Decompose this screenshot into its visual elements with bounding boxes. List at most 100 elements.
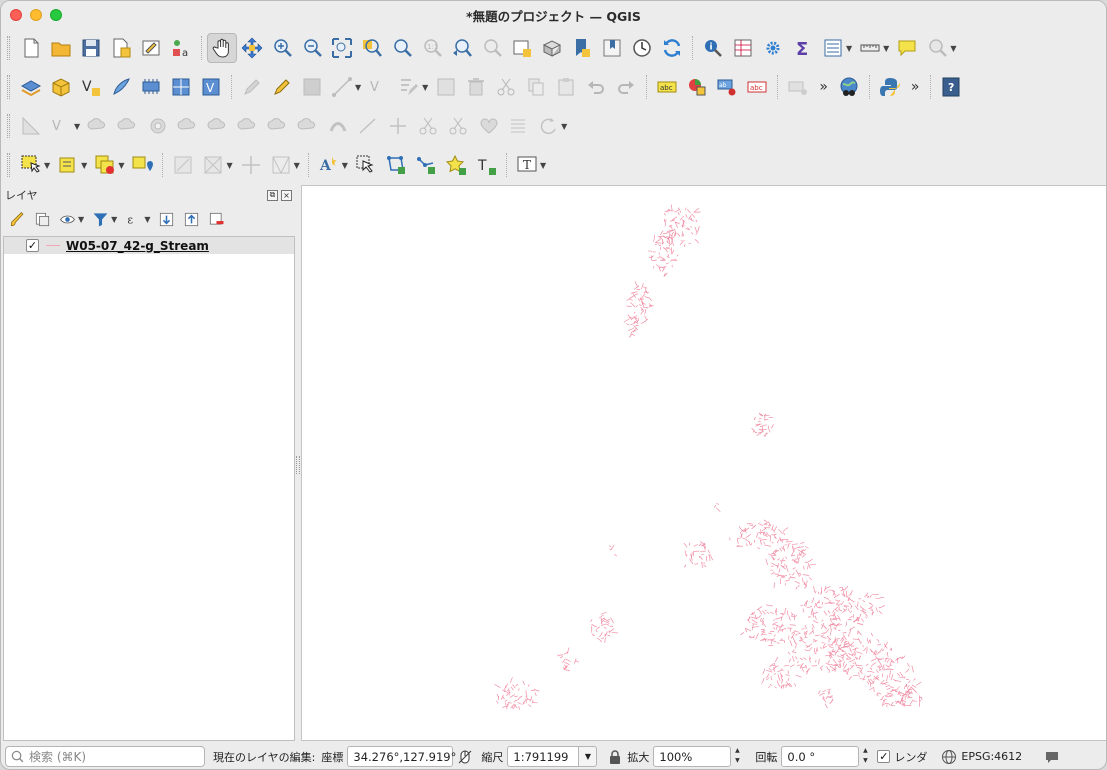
layer-diagram-button[interactable] <box>682 72 712 102</box>
zoom-to-selection-button[interactable] <box>357 33 387 63</box>
layer-styling-button[interactable] <box>5 207 29 231</box>
zoom-native-button[interactable]: 1:1 <box>417 33 447 63</box>
map-canvas[interactable] <box>301 185 1106 741</box>
add-group-button[interactable] <box>30 207 54 231</box>
scale-dropdown-button[interactable]: ▼ <box>579 746 598 767</box>
delete-selected-button[interactable] <box>461 72 491 102</box>
paste-features-button[interactable] <box>551 72 581 102</box>
mouse-icon[interactable] <box>457 749 473 765</box>
pan-to-selection-button[interactable] <box>237 33 267 63</box>
hide-labels-button[interactable]: abc <box>742 72 772 102</box>
merge-features-button[interactable] <box>473 111 503 141</box>
zoom-next-button[interactable] <box>477 33 507 63</box>
new-mesh-layer-button[interactable] <box>166 72 196 102</box>
modify-attributes-button[interactable] <box>394 72 424 102</box>
locator-button[interactable] <box>922 33 952 63</box>
coordinate-field[interactable]: 34.276°,127.919° <box>347 746 456 767</box>
annotation-move-button[interactable] <box>236 150 266 180</box>
plugins-web-button[interactable] <box>834 72 864 102</box>
panel-splitter[interactable] <box>296 456 300 474</box>
maximize-window-button[interactable] <box>50 9 62 21</box>
toolbar-grip[interactable] <box>7 114 10 138</box>
attribute-table-button[interactable] <box>728 33 758 63</box>
fill-ring-button[interactable] <box>203 111 233 141</box>
pan-map-button[interactable] <box>207 33 237 63</box>
delete-ring-button[interactable] <box>233 111 263 141</box>
new-virtual-layer-button[interactable] <box>136 72 166 102</box>
crs-button[interactable]: EPSG:4612 <box>961 750 1022 763</box>
save-edits-button[interactable] <box>297 72 327 102</box>
lock-icon[interactable] <box>607 749 623 765</box>
layer-visibility-checkbox[interactable]: ✓ <box>26 239 39 252</box>
rotation-spinner[interactable]: ▲ ▼ <box>859 746 871 767</box>
new-shapefile-layer-button[interactable]: V <box>76 72 106 102</box>
cut-features-button[interactable] <box>491 72 521 102</box>
create-point-text-annotation-button[interactable]: T <box>471 150 501 180</box>
data-source-manager-button[interactable] <box>16 72 46 102</box>
reverse-line-button[interactable] <box>353 111 383 141</box>
remove-layer-button[interactable] <box>204 207 228 231</box>
help-button[interactable]: ? <box>936 72 966 102</box>
python-console-button[interactable] <box>875 72 905 102</box>
shape-digitize-button[interactable]: V <box>46 111 76 141</box>
magnifier-field[interactable]: 100% <box>653 746 732 767</box>
create-polygon-annotation-button[interactable] <box>381 150 411 180</box>
minimize-window-button[interactable] <box>30 9 42 21</box>
identify-features-button[interactable]: i <box>698 33 728 63</box>
statistics-button[interactable]: Σ <box>788 33 818 63</box>
trim-extend-button[interactable] <box>383 111 413 141</box>
settings-button[interactable] <box>758 33 788 63</box>
annotation-edit-button[interactable] <box>198 150 228 180</box>
zoom-full-button[interactable] <box>327 33 357 63</box>
split-features-button[interactable] <box>413 111 443 141</box>
modify-attributes-all-button[interactable] <box>431 72 461 102</box>
globe-icon[interactable] <box>941 749 957 765</box>
zoom-to-layer-button[interactable] <box>387 33 417 63</box>
digitize-line-button[interactable] <box>327 72 357 102</box>
new-spatialite-layer-button[interactable]: V <box>196 72 226 102</box>
render-checkbox[interactable]: ✓ <box>877 750 891 763</box>
close-panel-button[interactable]: × <box>281 189 292 201</box>
create-marker-annotation-button[interactable] <box>441 150 471 180</box>
simplify-feature-button[interactable] <box>113 111 143 141</box>
select-features-button[interactable] <box>16 150 46 180</box>
float-panel-button[interactable]: ⧉ <box>267 189 278 201</box>
zoom-last-button[interactable] <box>447 33 477 63</box>
filter-legend-button[interactable] <box>88 207 112 231</box>
locator-search-input[interactable]: 検索 (⌘K) <box>5 746 205 767</box>
reshape-features-button[interactable] <box>293 111 323 141</box>
filter-by-expression-button[interactable]: ε <box>121 207 145 231</box>
select-by-value-button[interactable] <box>53 150 83 180</box>
advanced-digitizing-button[interactable] <box>16 111 46 141</box>
pin-labels-button[interactable]: ab <box>712 72 742 102</box>
collapse-all-button[interactable] <box>179 207 203 231</box>
toolbar-overflow-button[interactable]: » <box>911 79 920 95</box>
scale-combo[interactable]: 1:791199 <box>507 746 580 767</box>
layout-manager-button[interactable] <box>136 33 166 63</box>
toggle-editing-button[interactable] <box>267 72 297 102</box>
redo-button[interactable] <box>611 72 641 102</box>
undo-button[interactable] <box>581 72 611 102</box>
create-line-annotation-button[interactable] <box>411 150 441 180</box>
annotation-polygon-button[interactable] <box>266 150 296 180</box>
expand-all-button[interactable] <box>154 207 178 231</box>
toolbar-grip[interactable] <box>7 153 10 177</box>
add-part-button[interactable] <box>173 111 203 141</box>
layer-labeling-button[interactable]: abc <box>652 72 682 102</box>
merge-attributes-button[interactable] <box>503 111 533 141</box>
new-map-view-button[interactable] <box>507 33 537 63</box>
copy-features-button[interactable] <box>521 72 551 102</box>
save-project-button[interactable] <box>76 33 106 63</box>
style-manager-button[interactable]: a <box>166 33 196 63</box>
add-ring-button[interactable] <box>143 111 173 141</box>
messages-icon[interactable] <box>1044 749 1060 765</box>
map-tips-button[interactable] <box>892 33 922 63</box>
refresh-button[interactable] <box>657 33 687 63</box>
current-edits-button[interactable] <box>237 72 267 102</box>
magnifier-spinner[interactable]: ▲ ▼ <box>731 746 743 767</box>
zoom-in-button[interactable] <box>267 33 297 63</box>
new-3d-view-button[interactable] <box>537 33 567 63</box>
select-by-location-button[interactable] <box>127 150 157 180</box>
new-geopackage-layer-button[interactable] <box>46 72 76 102</box>
close-window-button[interactable] <box>10 9 22 21</box>
